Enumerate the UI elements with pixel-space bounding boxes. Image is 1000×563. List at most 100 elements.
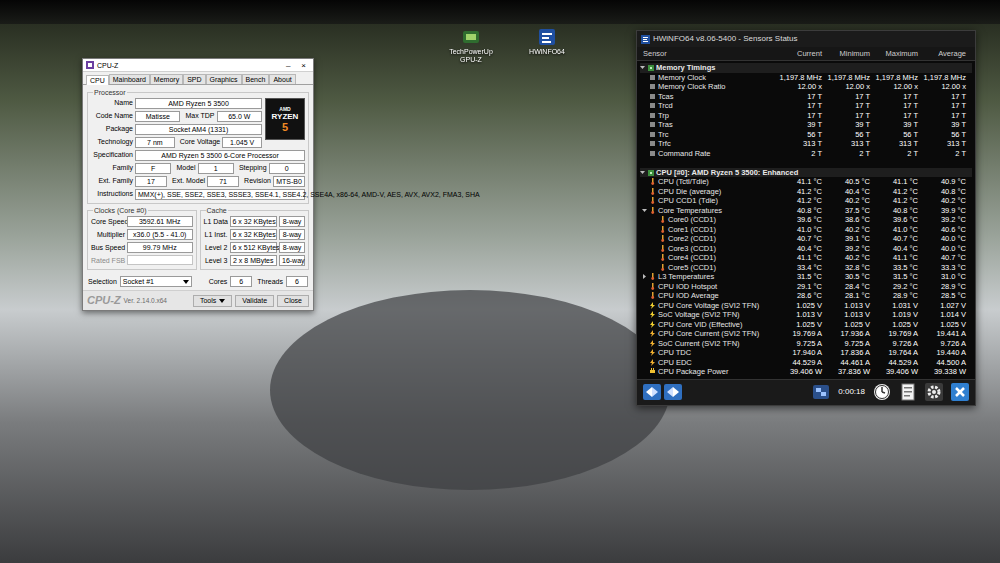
footer-button[interactable]: Close	[277, 295, 309, 307]
sensor-row[interactable]: CPU IOD Hotspot29.1 °C28.4 °C29.2 °C28.9…	[640, 282, 972, 292]
collapse-arrow-icon[interactable]	[640, 170, 645, 175]
tab[interactable]: Graphics	[206, 74, 242, 84]
sensor-row[interactable]: Core3 (CCD1)40.4 °C39.2 °C40.4 °C40.0 °C	[640, 244, 972, 254]
sensor-row[interactable]: SoC Voltage (SVI2 TFN)1.013 V1.013 V1.01…	[640, 310, 972, 320]
sensor-group-row[interactable]: CPU [#0]: AMD Ryzen 5 3500: Enhanced	[640, 168, 972, 178]
dropdown-arrow-icon[interactable]	[183, 280, 189, 284]
column-title[interactable]: Minimum	[824, 48, 872, 59]
column-title[interactable]: Average	[920, 48, 968, 59]
field-label: L1 Inst.	[204, 230, 228, 239]
gear-icon[interactable]	[925, 383, 943, 401]
report-icon[interactable]	[899, 383, 917, 401]
sensor-row[interactable]: CPU IOD Average28.6 °C28.1 °C28.9 °C28.5…	[640, 291, 972, 301]
sensor-value: 17.936 A	[824, 329, 872, 339]
button-label[interactable]: Close	[284, 296, 302, 305]
tab[interactable]: About	[269, 74, 295, 84]
sensor-row[interactable]: CPU CCD1 (Tdie)41.2 °C40.2 °C41.2 °C40.2…	[640, 196, 972, 206]
footer-button[interactable]: Tools	[193, 295, 232, 307]
column-title[interactable]: Sensor	[640, 48, 776, 59]
cache-ways: 8-way	[279, 216, 305, 227]
sensor-label: CPU IOD Hotspot	[658, 282, 717, 292]
sensor-value: 17 T	[920, 92, 968, 102]
sensor-row[interactable]: CPU Core Current (SVI2 TFN)19.769 A17.93…	[640, 329, 972, 339]
navigate-arrows-icon[interactable]	[643, 384, 683, 400]
field-value: AMD Ryzen 5 3500 6-Core Processor	[135, 150, 305, 161]
gpu-z-icon[interactable]	[462, 28, 480, 46]
sensor-row[interactable]: CPU (Tctl/Tdie)41.1 °C40.5 °C41.1 °C40.9…	[640, 177, 972, 187]
sensor-row[interactable]: Core4 (CCD1)41.1 °C40.2 °C41.1 °C40.7 °C	[640, 253, 972, 263]
sensor-value: 17 T	[872, 111, 920, 121]
sensor-row[interactable]: CPU EDC44.529 A44.461 A44.529 A44.500 A	[640, 358, 972, 368]
sensor-row[interactable]: Trfc313 T313 T313 T313 T	[640, 139, 972, 149]
hwinfo-window[interactable]: HWiNFO64 v8.06-5400 - Sensors StatusSens…	[636, 30, 976, 406]
tab[interactable]: Mainboard	[109, 74, 150, 84]
dropdown-value[interactable]: Socket #1	[123, 277, 183, 286]
sensor-row[interactable]: Core Temperatures40.8 °C37.5 °C40.8 °C39…	[640, 206, 972, 216]
sensor-row[interactable]: Core5 (CCD1)33.4 °C32.8 °C33.5 °C33.3 °C	[640, 263, 972, 273]
sensor-label: Core0 (CCD1)	[668, 215, 716, 225]
sensor-row[interactable]: Trcd17 T17 T17 T17 T	[640, 101, 972, 111]
column-title[interactable]: Maximum	[872, 48, 920, 59]
button-label[interactable]: Tools	[200, 296, 216, 305]
sensor-row[interactable]: CPU TDC17.940 A17.836 A19.764 A19.440 A	[640, 348, 972, 358]
amp-icon	[649, 330, 656, 337]
field-value: 7 nm	[135, 137, 175, 148]
sensor-value: 12.00 x	[824, 82, 872, 92]
sensor-row[interactable]: CPU Core Voltage (SVI2 TFN)1.025 V1.013 …	[640, 301, 972, 311]
window-control[interactable]: ×	[297, 61, 310, 70]
cpuz-window[interactable]: CPU-Z–×CPUMainboardMemorySPDGraphicsBenc…	[82, 58, 314, 311]
clock-icon[interactable]	[873, 383, 891, 401]
sensor-label: Command Rate	[658, 149, 711, 159]
collapse-arrow-icon[interactable]	[640, 65, 645, 70]
sensor-value: 28.1 °C	[824, 291, 872, 301]
desktop-icon-label[interactable]: TechPowerUp GPU-Z	[440, 48, 502, 64]
cache-size: 6 x 32 KBytes	[230, 229, 278, 240]
sensor-value: 40.4 °C	[776, 244, 824, 254]
sensor-value: 1.025 V	[920, 320, 968, 330]
sensor-value: 39 T	[776, 120, 824, 130]
tab[interactable]: Memory	[150, 74, 183, 84]
cpuz-tabs: CPUMainboardMemorySPDGraphicsBenchAbout	[83, 72, 313, 85]
button-label[interactable]: Validate	[242, 296, 267, 305]
network-icon[interactable]	[812, 384, 830, 400]
sensor-row[interactable]: Trc56 T56 T56 T56 T	[640, 130, 972, 140]
sensor-row[interactable]: SoC Current (SVI2 TFN)9.725 A9.725 A9.72…	[640, 339, 972, 349]
sensor-value: 1,197.8 MHz	[776, 73, 824, 83]
tab[interactable]: SPD	[183, 74, 205, 84]
sensor-row[interactable]: Trp17 T17 T17 T17 T	[640, 111, 972, 121]
footer-button[interactable]: Validate	[235, 295, 274, 307]
window-control[interactable]: –	[282, 61, 294, 70]
sensor-group-row[interactable]: Memory Timings	[640, 63, 972, 73]
column-title[interactable]: Current	[776, 48, 824, 59]
collapse-arrow-icon[interactable]	[642, 208, 647, 213]
field-value: 1.045 V	[222, 137, 262, 148]
sensor-row[interactable]: Tras39 T39 T39 T39 T	[640, 120, 972, 130]
socket-dropdown[interactable]: Socket #1	[120, 276, 192, 287]
sensor-row[interactable]: Core1 (CCD1)41.0 °C40.2 °C41.0 °C40.6 °C	[640, 225, 972, 235]
sensor-value: 30.5 °C	[824, 272, 872, 282]
field-label: Threads	[255, 277, 283, 286]
sensor-value: 2 T	[776, 149, 824, 159]
tab[interactable]: Bench	[242, 74, 270, 84]
sensor-row[interactable]: Tcas17 T17 T17 T17 T	[640, 92, 972, 102]
sensor-row[interactable]: CPU Package Power39.406 W37.836 W39.406 …	[640, 367, 972, 377]
close-icon[interactable]	[951, 383, 969, 401]
sensor-row[interactable]: Memory Clock Ratio12.00 x12.00 x12.00 x1…	[640, 82, 972, 92]
desktop-icon-label[interactable]: HWiNFO64	[529, 48, 565, 56]
sensor-row[interactable]: Core0 (CCD1)39.6 °C38.6 °C39.6 °C39.2 °C	[640, 215, 972, 225]
sensor-row[interactable]: CPU Core VID (Effective)1.025 V1.025 V1.…	[640, 320, 972, 330]
dropdown-arrow-icon[interactable]	[219, 299, 225, 303]
sensor-name-cell: Core4 (CCD1)	[640, 253, 776, 263]
sensor-row[interactable]: L3 Temperatures31.5 °C30.5 °C31.5 °C31.0…	[640, 272, 972, 282]
tab[interactable]: CPU	[86, 75, 109, 85]
sensor-row[interactable]: Core2 (CCD1)40.7 °C39.1 °C40.7 °C40.0 °C	[640, 234, 972, 244]
desktop-icon[interactable]: HWiNFO64	[516, 28, 578, 64]
sensor-row[interactable]: Command Rate2 T2 T2 T2 T	[640, 149, 972, 159]
expand-arrow-icon[interactable]	[642, 274, 647, 279]
hwinfo-icon[interactable]	[538, 28, 556, 46]
clock-row: Multiplierx36.0 (5.5 - 41.0)	[91, 229, 193, 240]
sensor-row[interactable]: Memory Clock1,197.8 MHz1,197.8 MHz1,197.…	[640, 73, 972, 83]
sensor-row[interactable]: CPU Die (average)41.2 °C40.4 °C41.2 °C40…	[640, 187, 972, 197]
desktop-icon[interactable]: TechPowerUp GPU-Z	[440, 28, 502, 64]
sensor-value: 39.9 °C	[920, 206, 968, 216]
